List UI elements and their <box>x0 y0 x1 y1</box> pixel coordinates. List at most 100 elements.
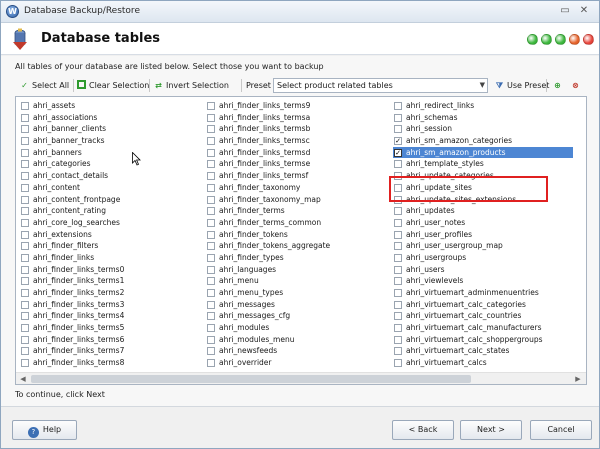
table-row[interactable]: ahri_contact_details <box>20 170 200 182</box>
checkbox[interactable] <box>207 195 215 204</box>
table-row[interactable]: ahri_banner_clients <box>20 123 200 135</box>
table-row[interactable]: ahri_content_rating <box>20 205 200 217</box>
checkbox[interactable] <box>394 160 402 169</box>
table-row[interactable]: ahri_finder_links_termsf <box>206 170 386 182</box>
checkbox[interactable] <box>21 324 29 333</box>
close-icon[interactable]: ✕ <box>577 5 591 18</box>
checkbox[interactable] <box>21 289 29 297</box>
table-row[interactable]: ahri_finder_links_termsd <box>206 147 386 159</box>
checkbox[interactable] <box>394 218 402 227</box>
table-row[interactable]: ahri_categories <box>20 158 200 170</box>
next-button[interactable]: Next > <box>460 420 522 440</box>
checkbox[interactable] <box>394 324 402 333</box>
checkbox[interactable] <box>207 300 215 309</box>
table-row[interactable]: ahri_newsfeeds <box>206 345 386 357</box>
checkbox[interactable] <box>394 347 402 356</box>
checkbox[interactable] <box>207 289 215 297</box>
table-row[interactable]: ahri_finder_tokens_aggregate <box>206 240 386 252</box>
table-row[interactable]: ahri_virtuemart_calcs <box>393 357 573 369</box>
checkbox[interactable] <box>394 207 402 216</box>
checkbox[interactable] <box>207 347 215 356</box>
checkbox[interactable] <box>394 277 402 286</box>
checkbox[interactable] <box>21 335 29 344</box>
table-row[interactable]: ✓ ahri_sm_amazon_categories <box>393 135 573 147</box>
table-row[interactable]: ahri_finder_terms_common <box>206 217 386 229</box>
table-row[interactable]: ahri_user_notes <box>393 217 573 229</box>
checkbox-checked[interactable]: ✓ <box>394 148 402 157</box>
table-row[interactable]: ahri_modules_menu <box>206 334 386 346</box>
clear-selection-button[interactable]: Clear Selection <box>76 78 149 93</box>
checkbox[interactable] <box>21 312 29 321</box>
table-row[interactable]: ahri_virtuemart_calc_manufacturers <box>393 322 573 334</box>
checkbox[interactable] <box>207 148 215 157</box>
checkbox[interactable] <box>394 335 402 344</box>
add-preset-button[interactable]: ⊕ <box>552 78 565 93</box>
table-row[interactable]: ahri_finder_terms <box>206 205 386 217</box>
checkbox[interactable] <box>21 125 29 134</box>
table-row[interactable]: ahri_banner_tracks <box>20 135 200 147</box>
table-row[interactable]: ahri_finder_links_terms0 <box>20 264 200 276</box>
checkbox[interactable] <box>207 277 215 286</box>
invert-selection-button[interactable]: ⇄ Invert Selection <box>153 78 229 93</box>
table-row[interactable]: ahri_users <box>393 264 573 276</box>
table-row[interactable]: ahri_finder_links_terms1 <box>20 275 200 287</box>
checkbox[interactable] <box>207 125 215 134</box>
checkbox[interactable] <box>21 359 29 368</box>
checkbox[interactable] <box>21 172 29 181</box>
checkbox[interactable] <box>207 218 215 227</box>
table-row[interactable]: ahri_overrider <box>206 357 386 369</box>
table-row[interactable]: ahri_content_frontpage <box>20 194 200 206</box>
table-row[interactable]: ahri_messages_cfg <box>206 310 386 322</box>
table-row[interactable]: ahri_associations <box>20 112 200 124</box>
checkbox[interactable] <box>207 230 215 239</box>
delete-preset-button[interactable]: ⊗ <box>570 78 583 93</box>
table-row[interactable]: ahri_menu_types <box>206 287 386 299</box>
checkbox[interactable] <box>207 335 215 344</box>
checkbox[interactable] <box>394 359 402 368</box>
table-row[interactable]: ahri_menu <box>206 275 386 287</box>
table-row[interactable]: ✓ ahri_sm_amazon_products <box>393 146 573 159</box>
table-row[interactable]: ahri_assets <box>20 100 200 112</box>
table-row[interactable]: ahri_finder_tokens <box>206 229 386 241</box>
checkbox[interactable] <box>394 230 402 239</box>
checkbox[interactable] <box>21 300 29 309</box>
table-row[interactable]: ahri_template_styles <box>393 158 573 170</box>
checkbox[interactable] <box>21 347 29 356</box>
table-row[interactable]: ahri_finder_types <box>206 252 386 264</box>
table-row[interactable]: ahri_finder_taxonomy_map <box>206 194 386 206</box>
checkbox[interactable] <box>394 289 402 297</box>
table-row[interactable]: ahri_finder_links_termse <box>206 158 386 170</box>
table-row[interactable]: ahri_banners <box>20 147 200 159</box>
table-row[interactable]: ahri_finder_taxonomy <box>206 182 386 194</box>
checkbox[interactable] <box>394 312 402 321</box>
checkbox[interactable] <box>394 102 402 110</box>
checkbox[interactable] <box>21 242 29 251</box>
checkbox-checked[interactable]: ✓ <box>394 137 402 146</box>
checkbox[interactable] <box>207 137 215 146</box>
table-row[interactable]: ahri_user_profiles <box>393 229 573 241</box>
checkbox[interactable] <box>21 113 29 122</box>
table-row[interactable]: ahri_schemas <box>393 112 573 124</box>
table-row[interactable]: ahri_virtuemart_calc_categories <box>393 299 573 311</box>
table-row[interactable]: ahri_finder_links <box>20 252 200 264</box>
back-button[interactable]: < Back <box>392 420 454 440</box>
table-row[interactable]: ahri_finder_links_terms8 <box>20 357 200 369</box>
checkbox[interactable] <box>21 102 29 110</box>
preset-dropdown[interactable]: Select product related tables ▼ <box>273 78 488 93</box>
checkbox[interactable] <box>207 359 215 368</box>
table-row[interactable]: ahri_core_log_searches <box>20 217 200 229</box>
checkbox[interactable] <box>207 160 215 169</box>
checkbox[interactable] <box>21 195 29 204</box>
select-all-button[interactable]: ✓ Select All <box>19 78 69 93</box>
table-row[interactable]: ahri_finder_filters <box>20 240 200 252</box>
checkbox[interactable] <box>21 218 29 227</box>
table-row[interactable]: ahri_messages <box>206 299 386 311</box>
table-row[interactable]: ahri_finder_links_termsb <box>206 123 386 135</box>
checkbox[interactable] <box>21 160 29 169</box>
table-row[interactable]: ahri_finder_links_terms7 <box>20 345 200 357</box>
help-button[interactable]: ? Help <box>12 420 77 440</box>
checkbox[interactable] <box>21 265 29 274</box>
table-row[interactable]: ahri_virtuemart_adminmenuentries <box>393 287 573 299</box>
checkbox[interactable] <box>207 242 215 251</box>
checkbox[interactable] <box>394 113 402 122</box>
